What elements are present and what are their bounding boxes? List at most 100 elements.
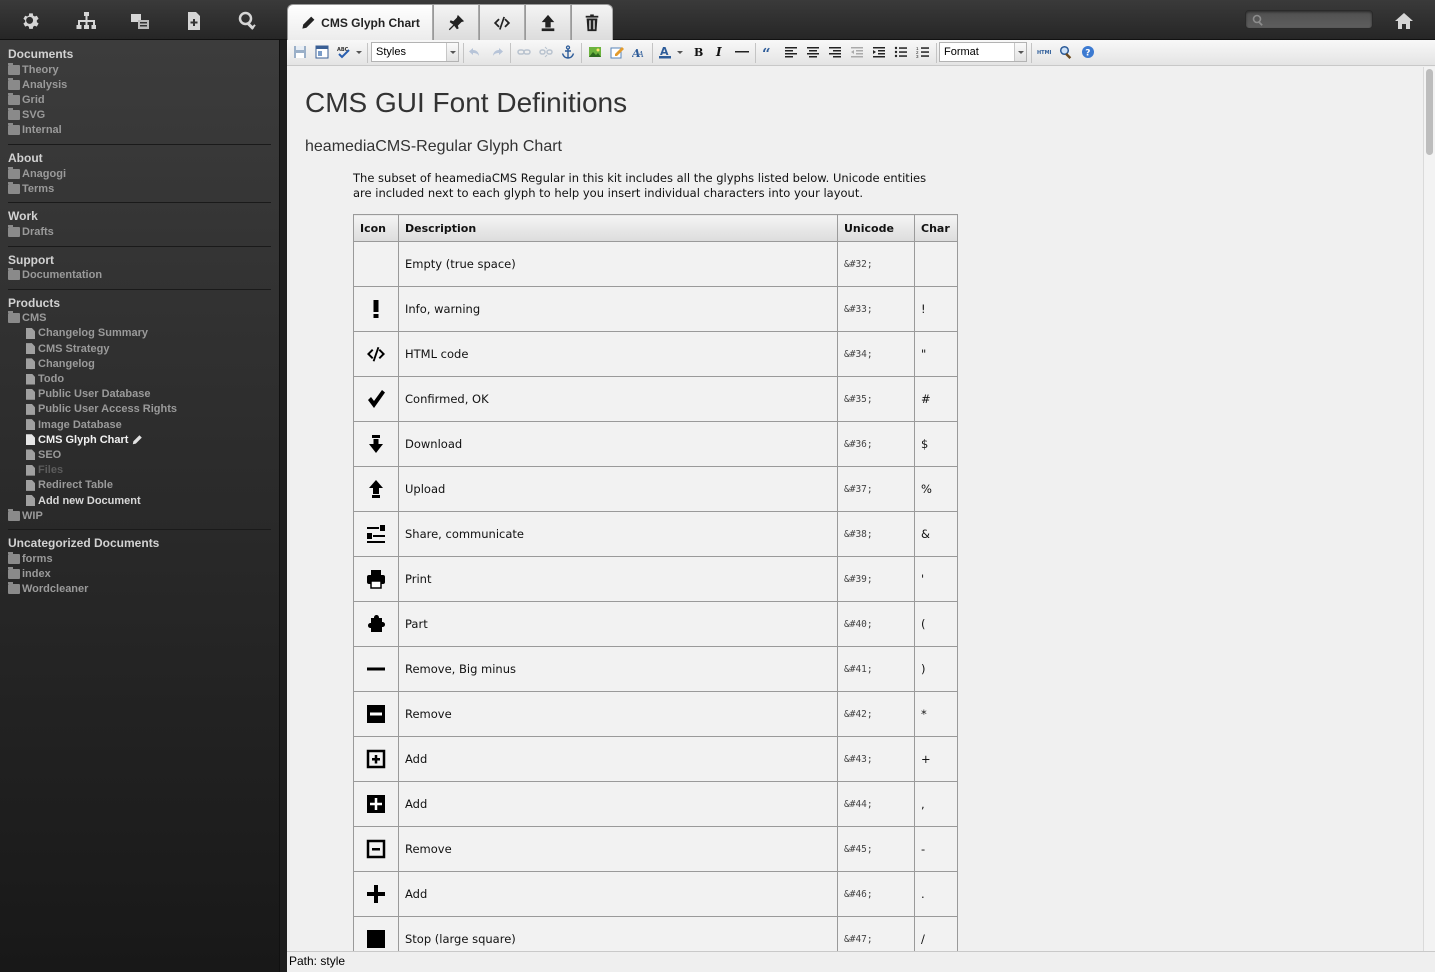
sidebar-item-wordcleaner[interactable]: Wordcleaner bbox=[8, 582, 271, 597]
folder-icon bbox=[8, 224, 20, 237]
sidebar-section-title[interactable]: Documents bbox=[8, 46, 271, 62]
align-right-icon[interactable] bbox=[825, 42, 845, 62]
sidebar-item-label: Public User Database bbox=[38, 388, 151, 401]
sidebar-item-analysis[interactable]: Analysis bbox=[8, 77, 271, 92]
sidebar-item-label: forms bbox=[22, 552, 53, 565]
horizontal-rule-icon[interactable] bbox=[732, 42, 752, 62]
icon-cell bbox=[353, 466, 399, 512]
sidebar-item-cms[interactable]: CMS bbox=[8, 311, 271, 326]
sidebar-item-forms[interactable]: forms bbox=[8, 551, 271, 566]
format-select-label: Format bbox=[944, 46, 979, 58]
help-icon[interactable]: ? bbox=[1078, 42, 1098, 62]
sidebar-item-files[interactable]: Files bbox=[8, 463, 271, 478]
folder-icon bbox=[8, 92, 20, 105]
style-props-icon[interactable]: AA bbox=[629, 42, 649, 62]
sidebar-item-public-user-database[interactable]: Public User Database bbox=[8, 387, 271, 402]
spellcheck-dropdown-icon[interactable] bbox=[354, 42, 364, 62]
link-icon[interactable] bbox=[514, 42, 534, 62]
sidebar-item-todo[interactable]: Todo bbox=[8, 371, 271, 386]
document-icon bbox=[26, 358, 35, 370]
sidebar-item-add-new-document[interactable]: Add new Document bbox=[8, 493, 271, 508]
sidebar-item-redirect-table[interactable]: Redirect Table bbox=[8, 478, 271, 493]
italic-icon[interactable]: I bbox=[710, 42, 730, 62]
char-cell: " bbox=[914, 331, 958, 377]
sidebar-item-label: Changelog Summary bbox=[38, 327, 149, 340]
sidebar-item-svg[interactable]: SVG bbox=[8, 108, 271, 123]
html-source-icon[interactable]: HTML bbox=[1034, 42, 1054, 62]
char-cell: ! bbox=[914, 286, 958, 332]
text-color-icon[interactable]: A bbox=[655, 42, 675, 62]
anchor-icon[interactable] bbox=[558, 42, 578, 62]
tab-delete[interactable] bbox=[571, 4, 613, 40]
sidebar-item-image-database[interactable]: Image Database bbox=[8, 417, 271, 432]
translate-icon[interactable] bbox=[127, 8, 153, 34]
template-icon[interactable] bbox=[312, 42, 332, 62]
sidebar-item-seo[interactable]: SEO bbox=[8, 447, 271, 462]
unicode-cell: &#39; bbox=[837, 556, 915, 602]
new-document-icon[interactable] bbox=[181, 8, 207, 34]
sidebar-item-internal[interactable]: Internal bbox=[8, 123, 271, 138]
tab-pin[interactable] bbox=[433, 4, 479, 40]
sidebar-section-title[interactable]: Products bbox=[8, 295, 271, 311]
table-row: Add &#46;. bbox=[353, 871, 958, 917]
redo-icon[interactable] bbox=[487, 42, 507, 62]
gear-icon[interactable] bbox=[18, 8, 44, 34]
outdent-icon[interactable] bbox=[847, 42, 867, 62]
sitemap-icon[interactable] bbox=[73, 8, 99, 34]
sidebar-section-title[interactable]: Work bbox=[8, 208, 271, 224]
editor-content[interactable]: CMS GUI Font Definitions heamediaCMS-Reg… bbox=[287, 67, 1423, 951]
sidebar-item-changelog-summary[interactable]: Changelog Summary bbox=[8, 326, 271, 341]
sidebar-divider bbox=[8, 202, 271, 204]
indent-icon[interactable] bbox=[869, 42, 889, 62]
upload-icon bbox=[541, 14, 555, 31]
sidebar-item-theory[interactable]: Theory bbox=[8, 62, 271, 77]
sidebar-item-label: Grid bbox=[22, 93, 45, 106]
sidebar-item-documentation[interactable]: Documentation bbox=[8, 268, 271, 283]
sidebar-section-title[interactable]: About bbox=[8, 150, 271, 166]
align-left-icon[interactable] bbox=[781, 42, 801, 62]
editor: ABC Styles AA A B I “ 1 2 3 Format HTM ?… bbox=[287, 40, 1435, 972]
svg-text:A: A bbox=[637, 50, 644, 59]
table-row: Download &#36; $ bbox=[353, 421, 958, 467]
icon-cell bbox=[353, 511, 399, 557]
tab-code[interactable] bbox=[479, 4, 525, 40]
sidebar-item-cms-glyph-chart[interactable]: CMS Glyph Chart bbox=[8, 432, 271, 447]
bold-icon[interactable]: B bbox=[688, 42, 708, 62]
sidebar-item-wip[interactable]: WIP bbox=[8, 508, 271, 523]
insert-image-icon[interactable] bbox=[585, 42, 605, 62]
numbered-list-icon[interactable]: 123 bbox=[913, 42, 933, 62]
sidebar-item-drafts[interactable]: Drafts bbox=[8, 224, 271, 239]
table-row: Print &#39; ' bbox=[353, 556, 958, 602]
sidebar-section-title[interactable]: Uncategorized Documents bbox=[8, 535, 271, 551]
sidebar-item-public-user-access-rights[interactable]: Public User Access Rights bbox=[8, 402, 271, 417]
search-key-icon[interactable] bbox=[235, 8, 261, 34]
find-replace-icon[interactable] bbox=[1056, 42, 1076, 62]
search-input[interactable] bbox=[1266, 11, 1370, 28]
styles-select[interactable]: Styles bbox=[371, 42, 459, 62]
align-center-icon[interactable] bbox=[803, 42, 823, 62]
vertical-scrollbar[interactable] bbox=[1423, 67, 1435, 951]
sidebar-section-title[interactable]: Support bbox=[8, 252, 271, 268]
edit-image-icon[interactable] bbox=[607, 42, 627, 62]
sidebar-item-index[interactable]: index bbox=[8, 567, 271, 582]
table-header-row: Icon Description Unicode Char bbox=[353, 214, 958, 242]
unicode-cell: &#44; bbox=[837, 781, 915, 827]
folder-icon bbox=[8, 567, 20, 580]
sidebar-item-terms[interactable]: Terms bbox=[8, 181, 271, 196]
tab-upload[interactable] bbox=[525, 4, 571, 40]
undo-icon[interactable] bbox=[465, 42, 485, 62]
home-icon[interactable] bbox=[1391, 8, 1417, 34]
format-select[interactable]: Format bbox=[939, 42, 1027, 62]
spellcheck-icon[interactable]: ABC bbox=[334, 42, 354, 62]
sidebar-item-anagogi[interactable]: Anagogi bbox=[8, 166, 271, 181]
scroll-thumb[interactable] bbox=[1426, 69, 1433, 155]
blockquote-icon[interactable]: “ bbox=[759, 42, 779, 62]
unlink-icon[interactable] bbox=[536, 42, 556, 62]
sidebar-item-grid[interactable]: Grid bbox=[8, 92, 271, 107]
sidebar-item-changelog[interactable]: Changelog bbox=[8, 356, 271, 371]
sidebar-item-cms-strategy[interactable]: CMS Strategy bbox=[8, 341, 271, 356]
tab-cms-glyph-chart[interactable]: CMS Glyph Chart bbox=[287, 4, 433, 40]
text-color-dropdown-icon[interactable] bbox=[675, 42, 685, 62]
bullet-list-icon[interactable] bbox=[891, 42, 911, 62]
save-icon[interactable] bbox=[290, 42, 310, 62]
